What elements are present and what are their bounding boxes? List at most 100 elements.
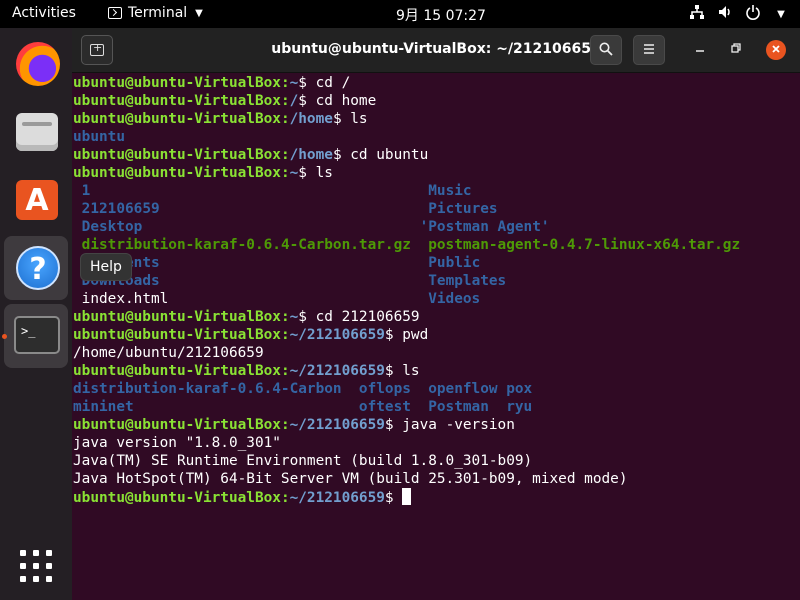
title-bar[interactable]: ubuntu@ubuntu-VirtualBox: ~/212106659 (72, 28, 800, 73)
ls-entry: distribution-karaf-0.6.4-Carbon.tar.gz (81, 237, 411, 253)
prompt-symbol: $ (384, 363, 403, 379)
prompt-user-host: ubuntu@ubuntu-VirtualBox (73, 363, 281, 379)
prompt-symbol: $ (298, 309, 316, 325)
terminal-line: ubuntu@ubuntu-VirtualBox:~$ cd / (73, 74, 793, 92)
prompt-symbol: $ (332, 111, 351, 127)
software-store-icon: A (16, 180, 58, 220)
prompt-symbol: $ (298, 75, 316, 91)
ls-spacer (134, 399, 359, 415)
ls-entry: 212106659 (81, 201, 160, 217)
power-icon[interactable] (744, 4, 762, 24)
search-button[interactable] (590, 35, 622, 65)
prompt-separator: : (280, 363, 290, 379)
ls-spacer (160, 273, 429, 289)
ls-spacer (411, 381, 428, 397)
prompt-user-host: ubuntu@ubuntu-VirtualBox (73, 490, 281, 506)
ls-spacer (489, 399, 506, 415)
terminal-line: /home/ubuntu/212106659 (73, 344, 793, 362)
output-text: Java(TM) SE Runtime Environment (build 1… (73, 453, 533, 469)
top-bar: Activities Terminal ▼ 9月 15 07:27 ▼ (0, 0, 800, 28)
ls-entry: Videos (428, 291, 481, 307)
prompt-separator: : (280, 111, 290, 127)
ls-entry: postman-agent-0.4.7-linux-x64.tar.gz (428, 237, 741, 253)
help-icon: ? (16, 246, 60, 290)
command-text: ls (315, 165, 333, 181)
ls-entry: pox (506, 381, 533, 397)
prompt-path: ~/212106659 (289, 327, 385, 343)
prompt-separator: : (280, 93, 290, 109)
ls-entry: oftest (358, 399, 411, 415)
maximize-button[interactable] (726, 40, 746, 60)
close-icon (772, 45, 780, 53)
prompt-path: ~/212106659 (289, 363, 385, 379)
prompt-user-host: ubuntu@ubuntu-VirtualBox (73, 111, 281, 127)
ls-spacer (73, 291, 82, 307)
terminal-line: index.html Videos (73, 290, 793, 308)
prompt-user-host: ubuntu@ubuntu-VirtualBox (73, 147, 281, 163)
ls-spacer (73, 219, 82, 235)
dock-item-help[interactable]: ? (4, 236, 68, 300)
terminal-line: distribution-karaf-0.6.4-Carbon.tar.gz p… (73, 236, 793, 254)
ls-entry: Templates (428, 273, 507, 289)
text-cursor (402, 488, 412, 505)
terminal-output[interactable]: ubuntu@ubuntu-VirtualBox:~$ cd / ubuntu@u… (73, 74, 793, 598)
command-text: pwd (402, 327, 429, 343)
ls-spacer (168, 291, 428, 307)
system-menu-caret-icon[interactable]: ▼ (772, 9, 790, 20)
ls-spacer (160, 201, 429, 217)
terminal-line: java version "1.8.0_301" (73, 434, 793, 452)
ls-spacer (142, 219, 419, 235)
prompt-user-host: ubuntu@ubuntu-VirtualBox (73, 93, 281, 109)
prompt-user-host: ubuntu@ubuntu-VirtualBox (73, 309, 281, 325)
command-text: java -version (402, 417, 515, 433)
prompt-user-host: ubuntu@ubuntu-VirtualBox (73, 327, 281, 343)
command-text: cd home (315, 93, 377, 109)
terminal-line: ubuntu@ubuntu-VirtualBox:/home$ ls (73, 110, 793, 128)
activities-button[interactable]: Activities (12, 5, 76, 21)
network-icon[interactable] (688, 4, 706, 24)
ls-entry: openflow (428, 381, 498, 397)
minimize-button[interactable] (690, 40, 710, 60)
running-indicator (2, 334, 7, 339)
ls-spacer (73, 201, 82, 217)
ls-spacer (90, 183, 428, 199)
dock-tooltip: Help (80, 253, 132, 281)
prompt-separator: : (280, 147, 290, 163)
ls-spacer (73, 183, 82, 199)
app-menu[interactable]: Terminal ▼ (108, 5, 203, 21)
terminal-line: 1 Music (73, 182, 793, 200)
dock-item-files[interactable] (4, 100, 68, 164)
dock-item-software[interactable]: A (4, 168, 68, 232)
ls-entry: Public (428, 255, 481, 271)
app-menu-label: Terminal (128, 5, 188, 21)
prompt-separator: : (280, 327, 290, 343)
firefox-icon (16, 42, 60, 86)
hamburger-menu-button[interactable] (633, 35, 665, 65)
terminal-line: ubuntu@ubuntu-VirtualBox:~/212106659$ ja… (73, 416, 793, 434)
prompt-path: /home (289, 147, 333, 163)
terminal-line: ubuntu@ubuntu-VirtualBox:~$ ls (73, 164, 793, 182)
dock-item-terminal[interactable]: >_ (2, 304, 68, 368)
terminal-line: Java HotSpot(TM) 64-Bit Server VM (build… (73, 470, 793, 488)
system-status-area[interactable]: ▼ (688, 4, 790, 24)
terminal-line: distribution-karaf-0.6.4-Carbon oflops o… (73, 380, 793, 398)
files-icon (16, 113, 58, 151)
output-text: java version "1.8.0_301" (73, 435, 281, 451)
volume-icon[interactable] (716, 4, 734, 24)
prompt-user-host: ubuntu@ubuntu-VirtualBox (73, 165, 281, 181)
close-button[interactable] (766, 40, 786, 60)
output-text: Java HotSpot(TM) 64-Bit Server VM (build… (73, 471, 628, 487)
prompt-separator: : (280, 309, 290, 325)
command-text: cd ubuntu (350, 147, 429, 163)
prompt-symbol: $ (298, 93, 316, 109)
prompt-user-host: ubuntu@ubuntu-VirtualBox (73, 417, 281, 433)
ls-entry: oflops (358, 381, 411, 397)
ls-entry: ubuntu (73, 129, 125, 145)
prompt-symbol: $ (384, 327, 403, 343)
ls-spacer (411, 399, 428, 415)
ls-entry: Postman (428, 399, 489, 415)
dock-item-firefox[interactable] (4, 32, 68, 96)
show-applications-icon[interactable] (20, 550, 52, 582)
clock[interactable]: 9月 15 07:27 (396, 5, 486, 25)
prompt-path: ~ (289, 309, 299, 325)
